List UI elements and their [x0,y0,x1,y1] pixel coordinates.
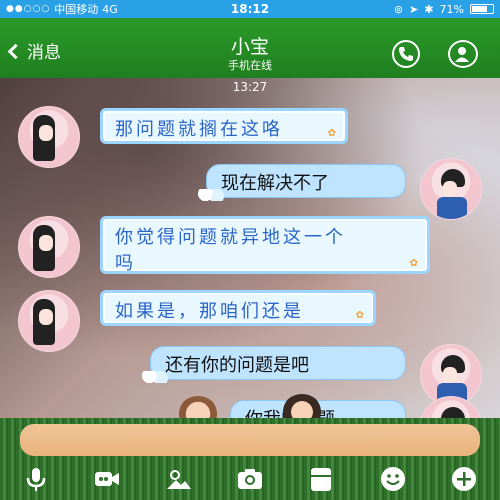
incoming-message[interactable]: 如果是，那咱们还是 ✿ [100,290,376,326]
plus-icon [452,467,477,491]
camera-icon [237,469,262,489]
message-text: 还有你的问题是吧 [165,355,309,376]
video-call-button[interactable] [92,464,122,494]
bubble-decoration-icon [197,189,225,201]
online-status: 手机在线 [228,59,272,72]
chat-title: 小宝 [230,36,269,58]
image-icon [166,470,191,489]
sticker-boy-icon [282,394,322,418]
person-icon [455,47,469,62]
nav-bar: 消息 小宝 手机在线 [0,18,500,78]
contact-avatar[interactable] [18,216,80,278]
status-right: ⊚ ➤ ✱ 71% [324,3,494,16]
incoming-message[interactable]: 那问题就搁在这咯 ✿ [100,108,348,144]
sticker-girl-icon [178,396,218,418]
contact-avatar[interactable] [18,290,80,352]
message-input[interactable] [20,424,480,456]
self-avatar[interactable] [420,396,482,418]
file-button[interactable] [306,464,336,494]
video-icon [95,472,120,486]
input-toolbar [0,458,500,500]
status-left: ●●○○○ 中国移动 4G [6,1,176,17]
message-text-line2: 吗 [115,253,136,274]
emoji-button[interactable] [378,464,408,494]
battery-icon [470,4,494,14]
phone-call-button[interactable] [392,40,420,68]
location-icon: ➤ [409,2,419,16]
image-button[interactable] [164,464,194,494]
message-text: 你觉得问题就异地这一个 [115,227,346,248]
outgoing-message[interactable]: 现在解决不了 [197,164,406,201]
bluetooth-icon: ✱ [424,2,434,16]
contact-avatar[interactable] [18,106,80,168]
incoming-message[interactable]: 你觉得问题就异地这一个 吗 ✿ [100,216,430,274]
status-time: 18:12 [230,2,270,16]
outgoing-message[interactable]: 还有你的问题是吧 [141,346,406,383]
voice-button[interactable] [21,464,51,494]
phone-icon [399,47,413,61]
microphone-icon [26,468,45,491]
bubble-decoration-icon: ✿ [409,258,421,269]
bubble-decoration-icon: ✿ [327,128,339,139]
chat-area[interactable]: 13:27 那问题就搁在这咯 ✿ 现在解决不了 你觉得问题就异地这一个 吗 ✿ … [0,78,500,418]
self-avatar[interactable] [420,158,482,220]
network-label: 4G [102,2,118,16]
signal-strength-icon: ●●○○○ [6,4,51,14]
message-text: 那问题就搁在这咯 [115,119,283,140]
message-timestamp: 13:27 [232,80,268,94]
carrier-label: 中国移动 [54,3,99,16]
message-text: 现在解决不了 [221,173,329,194]
file-icon [311,468,332,491]
status-bar: ●●○○○ 中国移动 4G 18:12 ⊚ ➤ ✱ 71% [0,0,500,18]
bubble-decoration-icon: ✿ [355,310,367,321]
profile-button[interactable] [448,40,478,68]
bubble-decoration-icon [141,371,169,383]
lock-rotation-icon: ⊚ [393,2,404,16]
battery-percent: 71% [439,2,464,16]
more-button[interactable] [449,464,479,494]
camera-button[interactable] [235,464,265,494]
message-text: 如果是，那咱们还是 [115,301,304,322]
emoji-icon [380,467,405,491]
